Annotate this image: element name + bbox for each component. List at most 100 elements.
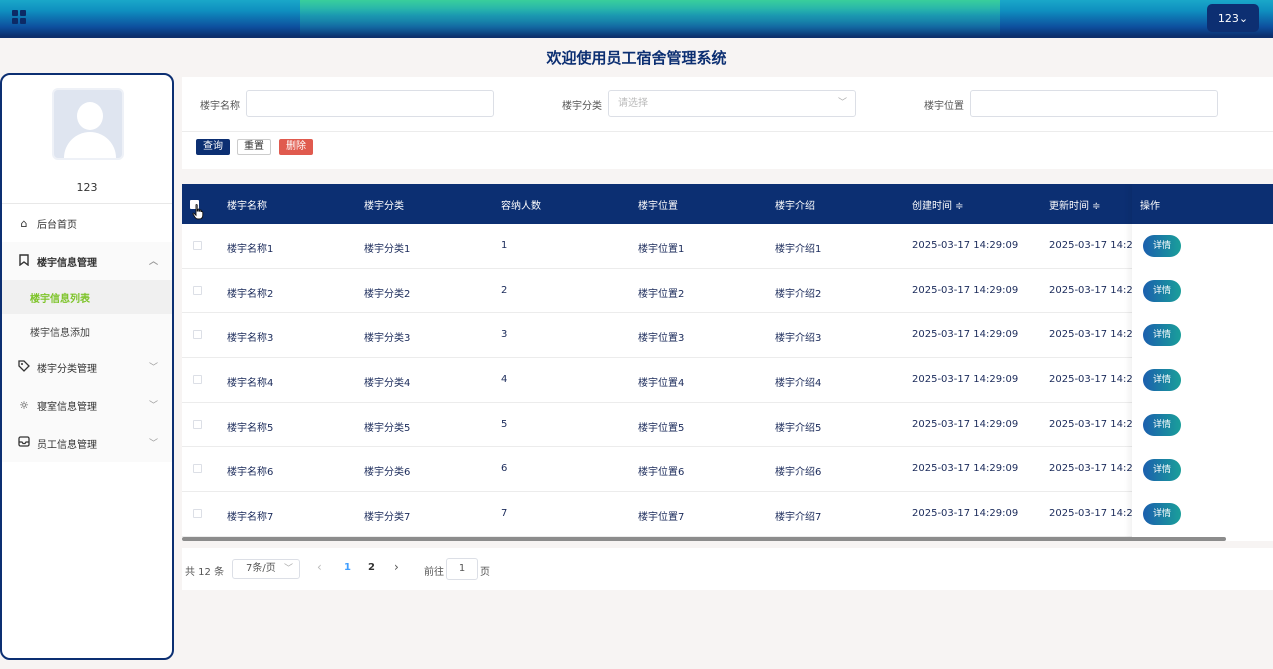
- row-checkbox[interactable]: [193, 509, 202, 519]
- horizontal-scrollbar[interactable]: [182, 537, 1226, 541]
- detail-button[interactable]: 详情: [1143, 279, 1181, 302]
- table-cell: 楼宇名称1: [227, 244, 274, 255]
- sidebar-item-building-list[interactable]: 楼宇信息列表: [2, 280, 172, 314]
- category-placeholder: 请选择: [618, 98, 648, 109]
- name-input[interactable]: [246, 90, 494, 117]
- table-cell: 楼宇分类6: [364, 467, 411, 479]
- page-size-select[interactable]: 7条/页 ﹀: [232, 559, 300, 579]
- table-cell: 2: [501, 284, 508, 296]
- chevron-down-icon: ﹀: [837, 98, 847, 108]
- prev-page-button[interactable]: ‹: [317, 560, 322, 574]
- table-row: 楼宇名称2 楼宇分类2 2 楼宇位置2 楼宇介绍2 2025-03-17 14:29:09…: [182, 269, 1273, 314]
- table-cell: 楼宇介绍2: [775, 288, 822, 300]
- column-header: 楼宇名称: [227, 201, 267, 212]
- sidebar-menu: ⌂ 后台首页 楼宇信息管理 ︿ 楼宇信息列表 楼宇信息添加 楼宇分类管理 ﹀ ☼…: [2, 203, 172, 462]
- row-checkbox[interactable]: [193, 241, 202, 250]
- detail-button[interactable]: 详情: [1143, 324, 1181, 347]
- detail-button[interactable]: 详情: [1143, 503, 1181, 526]
- chevron-down-icon: ﹀: [148, 439, 158, 449]
- sidebar-item-dorm-info[interactable]: ☼ 寝室信息管理 ﹀: [2, 386, 172, 424]
- table-cell: 楼宇名称5: [227, 422, 274, 434]
- table-cell: 4: [501, 374, 508, 386]
- detail-button[interactable]: 详情: [1143, 458, 1181, 481]
- table-cell: 楼宇位置2: [638, 288, 685, 300]
- chevron-up-icon: ︿: [148, 257, 158, 267]
- detail-button[interactable]: 详情: [1143, 235, 1181, 257]
- detail-button[interactable]: 详情: [1143, 369, 1181, 392]
- column-header-sortable[interactable]: 创建时间 ≑: [912, 197, 964, 212]
- page-button-1[interactable]: 1: [344, 562, 351, 573]
- row-checkbox[interactable]: [193, 375, 202, 385]
- table-cell: 楼宇介绍1: [775, 244, 822, 255]
- jump-suffix: 页: [480, 567, 490, 578]
- inbox-icon: [17, 436, 31, 450]
- sidebar-item-label: 楼宇信息管理: [37, 257, 97, 269]
- chevron-down-icon: ﹀: [283, 564, 293, 574]
- sidebar-item-label: 后台首页: [37, 219, 77, 231]
- table-cell: 楼宇名称7: [227, 512, 274, 524]
- table-header: 楼宇名称 楼宇分类 容纳人数 楼宇位置 楼宇介绍 创建时间 ≑ 更新时间 ≑: [182, 184, 1273, 224]
- sidebar-item-label: 员工信息管理: [37, 439, 97, 451]
- chevron-down-icon: ﹀: [148, 363, 158, 373]
- column-header-label: 操作: [1140, 201, 1160, 212]
- table-cell: 2025-03-17 14:29:09: [912, 329, 1019, 341]
- page-title: 欢迎使用员工宿舍管理系统: [546, 49, 727, 67]
- top-bar-glow: [300, 0, 1000, 38]
- table-body: 楼宇名称1 楼宇分类1 1 楼宇位置1 楼宇介绍1 2025-03-17 14:29:09…: [182, 224, 1273, 537]
- jump-prefix: 前往: [424, 567, 444, 578]
- menu-grid-icon[interactable]: [12, 10, 26, 24]
- delete-button[interactable]: 删除: [279, 139, 313, 155]
- page-button-2[interactable]: 2: [368, 562, 375, 573]
- table-cell: 3: [501, 329, 508, 341]
- table-cell: 楼宇分类1: [364, 244, 411, 255]
- table-cell: 楼宇位置4: [638, 378, 685, 390]
- query-button[interactable]: 查询: [196, 139, 230, 155]
- reset-button[interactable]: 重置: [237, 139, 271, 155]
- sidebar-item-building-category[interactable]: 楼宇分类管理 ﹀: [2, 348, 172, 386]
- table-cell: 楼宇分类5: [364, 422, 411, 434]
- home-icon: ⌂: [20, 216, 28, 230]
- table-cell: 2025-03-17 14:29:09: [912, 508, 1019, 520]
- pagination: 共 12 条 7条/页 ﹀ ‹ 1 2 › 前往 1 页: [182, 548, 1273, 590]
- detail-button[interactable]: 详情: [1143, 413, 1181, 436]
- table-cell: 楼宇介绍6: [775, 467, 822, 479]
- table-cell: 楼宇分类3: [364, 333, 411, 345]
- sidebar-item-building-add[interactable]: 楼宇信息添加: [2, 314, 172, 348]
- table-cell: 楼宇介绍7: [775, 512, 822, 524]
- table-cell: 楼宇介绍3: [775, 333, 822, 345]
- location-label: 楼宇位置: [924, 101, 964, 112]
- row-checkbox[interactable]: [193, 330, 202, 340]
- table-cell: 楼宇名称4: [227, 378, 274, 390]
- next-page-button[interactable]: ›: [394, 560, 399, 574]
- category-select[interactable]: 请选择 ﹀: [608, 90, 856, 117]
- table-cell: 2025-03-17 14:29:09: [912, 374, 1019, 386]
- sidebar-item-home[interactable]: ⌂ 后台首页: [2, 204, 172, 242]
- row-checkbox[interactable]: [193, 419, 202, 429]
- data-table: 楼宇名称 楼宇分类 容纳人数 楼宇位置 楼宇介绍 创建时间 ≑ 更新时间 ≑ 楼…: [182, 184, 1273, 541]
- column-header: 楼宇介绍: [775, 201, 815, 212]
- table-row: 楼宇名称3 楼宇分类3 3 楼宇位置3 楼宇介绍3 2025-03-17 14:29:09…: [182, 313, 1273, 359]
- page-size-value: 7条/页: [246, 563, 276, 574]
- table-cell: 楼宇介绍5: [775, 422, 822, 434]
- sidebar-item-label: 楼宇分类管理: [37, 363, 97, 375]
- sidebar-item-building-info[interactable]: 楼宇信息管理 ︿: [2, 242, 172, 280]
- user-menu-button[interactable]: 123⌄: [1207, 4, 1259, 32]
- table-row: 楼宇名称1 楼宇分类1 1 楼宇位置1 楼宇介绍1 2025-03-17 14:29:09…: [182, 224, 1273, 269]
- sidebar-item-label: 寝室信息管理: [37, 401, 97, 413]
- table-cell: 楼宇位置6: [638, 467, 685, 479]
- table-cell: 楼宇位置3: [638, 333, 685, 345]
- table-cell: 楼宇位置7: [638, 512, 685, 524]
- sidebar-item-employee-info[interactable]: 员工信息管理 ﹀: [2, 424, 172, 462]
- search-panel: 楼宇名称 楼宇分类 请选择 ﹀ 楼宇位置 查询 重置 删除: [182, 77, 1273, 169]
- row-checkbox[interactable]: [193, 464, 202, 474]
- avatar: [52, 88, 124, 160]
- table-cell: 楼宇名称2: [227, 288, 274, 300]
- location-input[interactable]: [970, 90, 1218, 117]
- table-cell: 楼宇位置5: [638, 422, 685, 434]
- table-cell: 楼宇分类4: [364, 378, 411, 390]
- table-cell: 1: [501, 240, 508, 251]
- row-checkbox[interactable]: [193, 285, 202, 295]
- jump-page-input[interactable]: 1: [446, 558, 478, 580]
- category-label: 楼宇分类: [562, 101, 602, 112]
- column-header-sortable[interactable]: 更新时间 ≑: [1049, 197, 1101, 212]
